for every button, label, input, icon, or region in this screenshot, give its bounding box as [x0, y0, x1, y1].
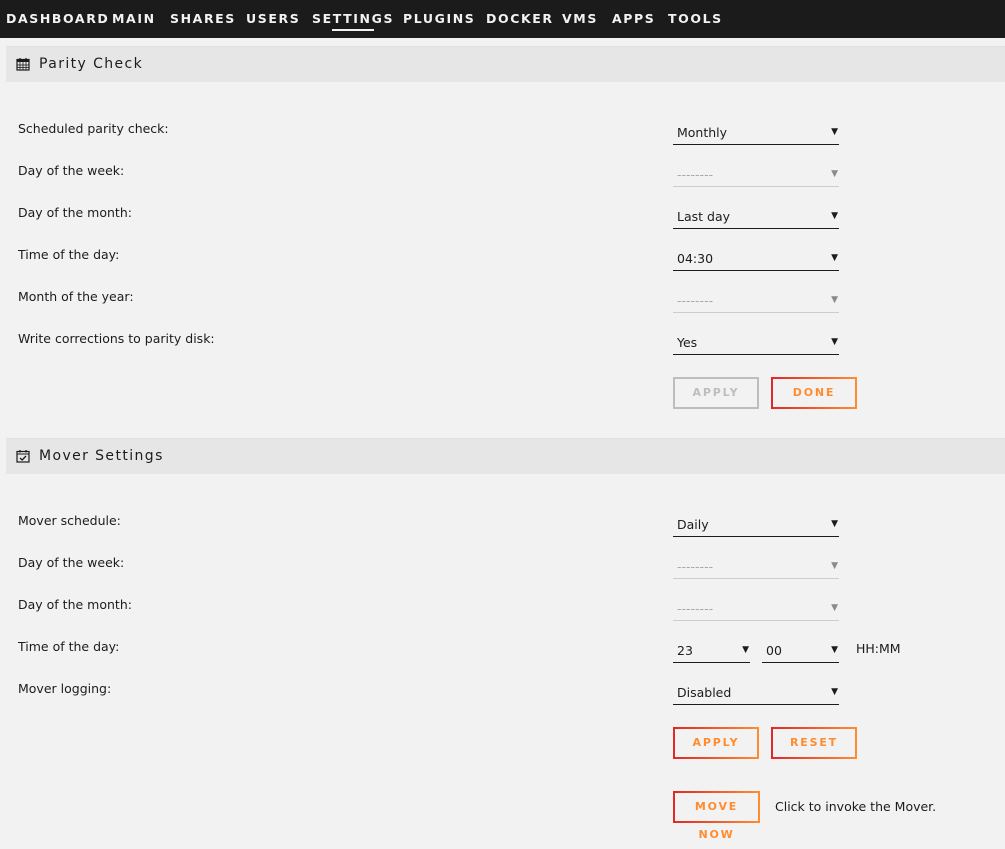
mover-schedule-label: Mover schedule: [18, 513, 121, 528]
caret-down-icon: ▼ [831, 253, 838, 263]
select-value: -------- [677, 167, 714, 182]
nav-plugins[interactable]: PLUGINS [403, 11, 475, 26]
move-now-hint: Click to invoke the Mover. [775, 799, 937, 814]
time-format-hint: HH:MM [856, 641, 901, 656]
top-nav: DASHBOARD MAIN SHARES USERS SETTINGS PLU… [0, 0, 1005, 38]
nav-apps[interactable]: APPS [612, 11, 655, 26]
mover-apply-button[interactable]: APPLY [673, 727, 759, 759]
caret-down-icon: ▼ [831, 127, 838, 137]
select-value: -------- [677, 601, 714, 616]
caret-down-icon: ▼ [831, 519, 838, 529]
parity-apply-button[interactable]: APPLY [673, 377, 759, 409]
select-value: 23 [677, 643, 693, 658]
scheduled-parity-check-select[interactable]: Monthly ▼ [673, 121, 839, 145]
caret-down-icon: ▼ [742, 645, 749, 655]
parity-day-of-week-label: Day of the week: [18, 163, 125, 178]
parity-month-of-year-select: -------- ▼ [673, 289, 839, 313]
caret-down-icon: ▼ [831, 603, 838, 613]
mover-day-of-week-label: Day of the week: [18, 555, 125, 570]
nav-vms[interactable]: VMS [562, 11, 598, 26]
caret-down-icon: ▼ [831, 687, 838, 697]
mover-settings-header: Mover Settings [6, 438, 1005, 474]
nav-tools[interactable]: TOOLS [668, 11, 723, 26]
parity-day-of-week-select: -------- ▼ [673, 163, 839, 187]
mover-hour-select[interactable]: 23 ▼ [673, 639, 750, 663]
mover-day-of-month-select: -------- ▼ [673, 597, 839, 621]
parity-day-of-month-label: Day of the month: [18, 205, 132, 220]
select-value: Yes [677, 335, 698, 350]
caret-down-icon: ▼ [831, 561, 838, 571]
select-value: Disabled [677, 685, 732, 700]
scheduled-parity-check-label: Scheduled parity check: [18, 121, 169, 136]
parity-time-of-day-select[interactable]: 04:30 ▼ [673, 247, 839, 271]
mover-logging-label: Mover logging: [18, 681, 112, 696]
parity-month-of-year-label: Month of the year: [18, 289, 134, 304]
mover-day-of-month-label: Day of the month: [18, 597, 132, 612]
nav-shares[interactable]: SHARES [170, 11, 236, 26]
nav-main[interactable]: MAIN [112, 11, 156, 26]
nav-dashboard[interactable]: DASHBOARD [6, 11, 109, 26]
calendar-icon [16, 58, 30, 71]
select-value: 00 [766, 643, 782, 658]
caret-down-icon: ▼ [831, 337, 838, 347]
select-value: Daily [677, 517, 709, 532]
parity-check-header: Parity Check [6, 46, 1005, 82]
caret-down-icon: ▼ [831, 169, 838, 179]
write-corrections-select[interactable]: Yes ▼ [673, 331, 839, 355]
mover-logging-select[interactable]: Disabled ▼ [673, 681, 839, 705]
calendar-check-icon [16, 450, 30, 463]
move-now-button[interactable]: MOVE NOW [673, 791, 760, 841]
mover-day-of-week-select: -------- ▼ [673, 555, 839, 579]
nav-settings[interactable]: SETTINGS [312, 11, 394, 31]
select-value: -------- [677, 559, 714, 574]
select-value: Last day [677, 209, 731, 224]
caret-down-icon: ▼ [831, 211, 838, 221]
mover-time-of-day-label: Time of the day: [18, 639, 120, 654]
parity-done-button[interactable]: DONE [771, 377, 857, 409]
caret-down-icon: ▼ [831, 295, 838, 305]
mover-minute-select[interactable]: 00 ▼ [762, 639, 839, 663]
write-corrections-label: Write corrections to parity disk: [18, 331, 215, 346]
select-value: Monthly [677, 125, 728, 140]
select-value: -------- [677, 293, 714, 308]
mover-reset-button[interactable]: RESET [771, 727, 857, 759]
mover-schedule-select[interactable]: Daily ▼ [673, 513, 839, 537]
parity-time-of-day-label: Time of the day: [18, 247, 120, 262]
select-value: 04:30 [677, 251, 714, 266]
nav-docker[interactable]: DOCKER [486, 11, 554, 26]
parity-day-of-month-select[interactable]: Last day ▼ [673, 205, 839, 229]
caret-down-icon: ▼ [831, 645, 838, 655]
section-title: Mover Settings [39, 448, 164, 464]
nav-users[interactable]: USERS [246, 11, 300, 26]
section-title: Parity Check [39, 56, 144, 72]
